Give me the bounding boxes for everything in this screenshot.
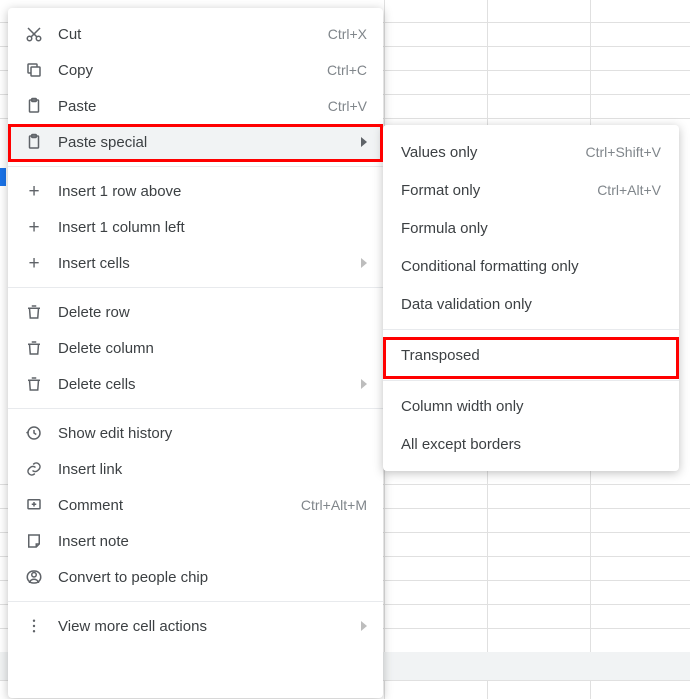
menu-item-insert-note[interactable]: Insert note <box>8 523 383 559</box>
chevron-right-icon <box>361 137 367 147</box>
menu-label: Paste <box>58 98 328 115</box>
menu-item-delete-row[interactable]: Delete row <box>8 294 383 330</box>
submenu-item-formula-only[interactable]: Formula only <box>383 209 679 247</box>
menu-shortcut: Ctrl+C <box>327 62 367 78</box>
menu-label: Insert 1 row above <box>58 183 367 200</box>
submenu-item-format-only[interactable]: Format only Ctrl+Alt+V <box>383 171 679 209</box>
plus-icon: + <box>24 217 44 237</box>
menu-item-view-more-actions[interactable]: View more cell actions <box>8 608 383 644</box>
chevron-right-icon <box>361 621 367 631</box>
clipboard-icon <box>24 132 44 152</box>
selection-indicator <box>0 168 6 186</box>
menu-label: Insert cells <box>58 255 353 272</box>
menu-item-insert-link[interactable]: Insert link <box>8 451 383 487</box>
menu-label: Delete row <box>58 304 367 321</box>
menu-item-paste-special[interactable]: Paste special <box>8 124 383 160</box>
menu-shortcut: Ctrl+Shift+V <box>586 144 661 160</box>
menu-item-comment[interactable]: Comment Ctrl+Alt+M <box>8 487 383 523</box>
menu-separator <box>8 601 383 602</box>
trash-icon <box>24 374 44 394</box>
paste-special-submenu: Values only Ctrl+Shift+V Format only Ctr… <box>383 125 679 471</box>
menu-label: Format only <box>401 182 597 199</box>
clipboard-icon <box>24 96 44 116</box>
menu-shortcut: Ctrl+Alt+V <box>597 182 661 198</box>
menu-label: Cut <box>58 26 328 43</box>
menu-item-insert-row-above[interactable]: + Insert 1 row above <box>8 173 383 209</box>
menu-label: View more cell actions <box>58 618 353 635</box>
plus-icon: + <box>24 253 44 273</box>
menu-shortcut: Ctrl+V <box>328 98 367 114</box>
comment-icon <box>24 495 44 515</box>
menu-label: Insert note <box>58 533 367 550</box>
menu-item-cut[interactable]: Cut Ctrl+X <box>8 16 383 52</box>
submenu-item-all-except-borders[interactable]: All except borders <box>383 425 679 463</box>
menu-shortcut: Ctrl+X <box>328 26 367 42</box>
person-icon <box>24 567 44 587</box>
menu-label: Paste special <box>58 134 353 151</box>
submenu-item-data-validation-only[interactable]: Data validation only <box>383 285 679 323</box>
menu-label: Data validation only <box>401 296 661 313</box>
menu-label: Values only <box>401 144 586 161</box>
menu-label: Transposed <box>401 347 661 364</box>
plus-icon: + <box>24 181 44 201</box>
scissors-icon <box>24 24 44 44</box>
submenu-item-conditional-formatting-only[interactable]: Conditional formatting only <box>383 247 679 285</box>
menu-separator <box>8 287 383 288</box>
menu-label: Convert to people chip <box>58 569 367 586</box>
note-icon <box>24 531 44 551</box>
history-icon <box>24 423 44 443</box>
link-icon <box>24 459 44 479</box>
menu-item-convert-to-people-chip[interactable]: Convert to people chip <box>8 559 383 595</box>
submenu-item-transposed[interactable]: Transposed <box>383 336 679 374</box>
menu-label: Conditional formatting only <box>401 258 661 275</box>
trash-icon <box>24 302 44 322</box>
trash-icon <box>24 338 44 358</box>
menu-separator <box>383 329 679 330</box>
menu-label: Show edit history <box>58 425 367 442</box>
menu-label: Delete cells <box>58 376 353 393</box>
menu-item-paste[interactable]: Paste Ctrl+V <box>8 88 383 124</box>
menu-label: Formula only <box>401 220 661 237</box>
menu-separator <box>383 380 679 381</box>
menu-separator <box>8 408 383 409</box>
chevron-right-icon <box>361 379 367 389</box>
menu-label: Copy <box>58 62 327 79</box>
menu-label: Comment <box>58 497 301 514</box>
menu-label: Insert link <box>58 461 367 478</box>
copy-icon <box>24 60 44 80</box>
menu-item-delete-cells[interactable]: Delete cells <box>8 366 383 402</box>
menu-separator <box>8 166 383 167</box>
menu-item-insert-column-left[interactable]: + Insert 1 column left <box>8 209 383 245</box>
menu-item-insert-cells[interactable]: + Insert cells <box>8 245 383 281</box>
more-vertical-icon <box>24 616 44 636</box>
menu-label: Column width only <box>401 398 661 415</box>
context-menu: Cut Ctrl+X Copy Ctrl+C Paste Ctrl+V Past… <box>8 8 383 698</box>
menu-label: Insert 1 column left <box>58 219 367 236</box>
submenu-item-column-width-only[interactable]: Column width only <box>383 387 679 425</box>
submenu-item-values-only[interactable]: Values only Ctrl+Shift+V <box>383 133 679 171</box>
menu-item-show-edit-history[interactable]: Show edit history <box>8 415 383 451</box>
menu-label: All except borders <box>401 436 661 453</box>
menu-item-copy[interactable]: Copy Ctrl+C <box>8 52 383 88</box>
chevron-right-icon <box>361 258 367 268</box>
menu-label: Delete column <box>58 340 367 357</box>
menu-item-delete-column[interactable]: Delete column <box>8 330 383 366</box>
menu-shortcut: Ctrl+Alt+M <box>301 497 367 513</box>
